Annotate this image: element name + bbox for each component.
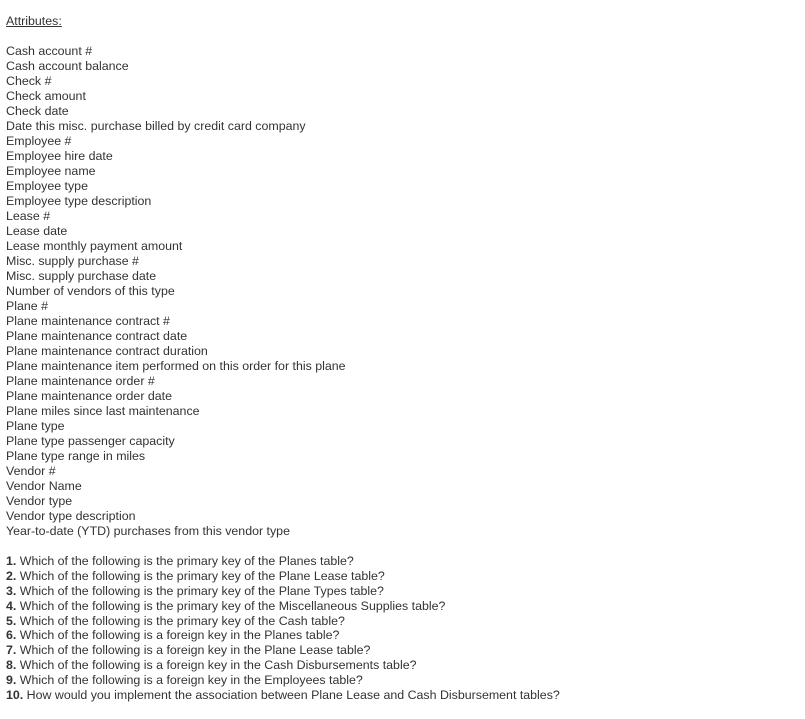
attribute-item: Employee name — [6, 164, 96, 178]
attribute-item: Lease monthly payment amount — [6, 239, 183, 253]
question-item: 7. Which of the following is a foreign k… — [6, 643, 805, 658]
question-number: 4. — [6, 598, 17, 613]
question-text: Which of the following is the primary ke… — [16, 613, 345, 628]
attribute-item: Plane maintenance order date — [6, 389, 173, 403]
attribute-item: Year-to-date (YTD) purchases from this v… — [6, 524, 290, 538]
attribute-item: Plane maintenance contract duration — [6, 344, 208, 358]
question-text: Which of the following is the primary ke… — [16, 568, 385, 583]
attribute-item: Misc. supply purchase date — [6, 269, 157, 283]
question-item: 6. Which of the following is a foreign k… — [6, 628, 805, 643]
attribute-item: Employee # — [6, 134, 72, 148]
question-number: 2. — [6, 568, 17, 583]
question-number: 1. — [6, 554, 17, 568]
document: Attributes: Cash account # Cash account b… — [6, 14, 805, 703]
question-item: 9. Which of the following is a foreign k… — [6, 673, 805, 688]
attribute-item: Plane miles since last maintenance — [6, 404, 200, 418]
attributes-list: Cash account # Cash account balance Check … — [6, 44, 805, 539]
question-item: 8. Which of the following is a foreign k… — [6, 658, 805, 673]
attribute-item: Cash account # — [6, 44, 93, 58]
question-number: 7. — [6, 643, 17, 658]
attribute-item: Plane type — [6, 419, 65, 433]
question-text: Which of the following is a foreign key … — [16, 658, 417, 673]
attribute-item: Check amount — [6, 89, 86, 103]
questions-list: 1. Which of the following is the primary… — [6, 554, 805, 703]
attribute-item: Lease date — [6, 224, 68, 238]
attribute-item: Vendor type — [6, 494, 73, 508]
attribute-item: Plane # — [6, 299, 49, 313]
attribute-item: Number of vendors of this type — [6, 284, 175, 298]
question-number: 5. — [6, 613, 17, 628]
attribute-item: Vendor Name — [6, 479, 82, 493]
attribute-item: Check date — [6, 104, 69, 118]
attribute-item: Vendor # — [6, 464, 56, 478]
attribute-item: Plane maintenance contract date — [6, 329, 188, 343]
question-item: 1. Which of the following is the primary… — [6, 554, 805, 569]
question-text: Which of the following is a foreign key … — [16, 628, 340, 643]
attribute-item: Check # — [6, 74, 52, 88]
question-text: Which of the following is the primary ke… — [16, 598, 446, 613]
question-item: 2. Which of the following is the primary… — [6, 569, 805, 584]
attribute-item: Employee hire date — [6, 149, 113, 163]
question-text: Which of the following is the primary ke… — [16, 554, 354, 568]
attribute-item: Employee type description — [6, 194, 152, 208]
question-item: 10. How would you implement the associat… — [6, 688, 805, 703]
question-text: Which of the following is a foreign key … — [16, 643, 371, 658]
attribute-item: Lease # — [6, 209, 51, 223]
question-text: Which of the following is the primary ke… — [16, 583, 384, 598]
attribute-item: Cash account balance — [6, 59, 129, 73]
question-text: How would you implement the association … — [23, 688, 560, 703]
question-item: 5. Which of the following is the primary… — [6, 614, 805, 629]
question-number: 10. — [6, 688, 24, 703]
attributes-heading: Attributes: — [6, 14, 62, 28]
attribute-item: Plane maintenance contract # — [6, 314, 170, 328]
attribute-item: Vendor type description — [6, 509, 136, 523]
attribute-item: Date this misc. purchase billed by credi… — [6, 119, 306, 133]
question-number: 3. — [6, 583, 17, 598]
question-item: 3. Which of the following is the primary… — [6, 584, 805, 599]
question-number: 8. — [6, 658, 17, 673]
question-text: Which of the following is a foreign key … — [16, 673, 363, 688]
attribute-item: Misc. supply purchase # — [6, 254, 139, 268]
attribute-item: Plane maintenance item performed on this… — [6, 359, 346, 373]
attribute-item: Employee type — [6, 179, 88, 193]
question-item: 4. Which of the following is the primary… — [6, 599, 805, 614]
attribute-item: Plane type range in miles — [6, 449, 146, 463]
attribute-item: Plane maintenance order # — [6, 374, 155, 388]
question-number: 6. — [6, 628, 17, 643]
question-number: 9. — [6, 673, 17, 688]
attribute-item: Plane type passenger capacity — [6, 434, 175, 448]
